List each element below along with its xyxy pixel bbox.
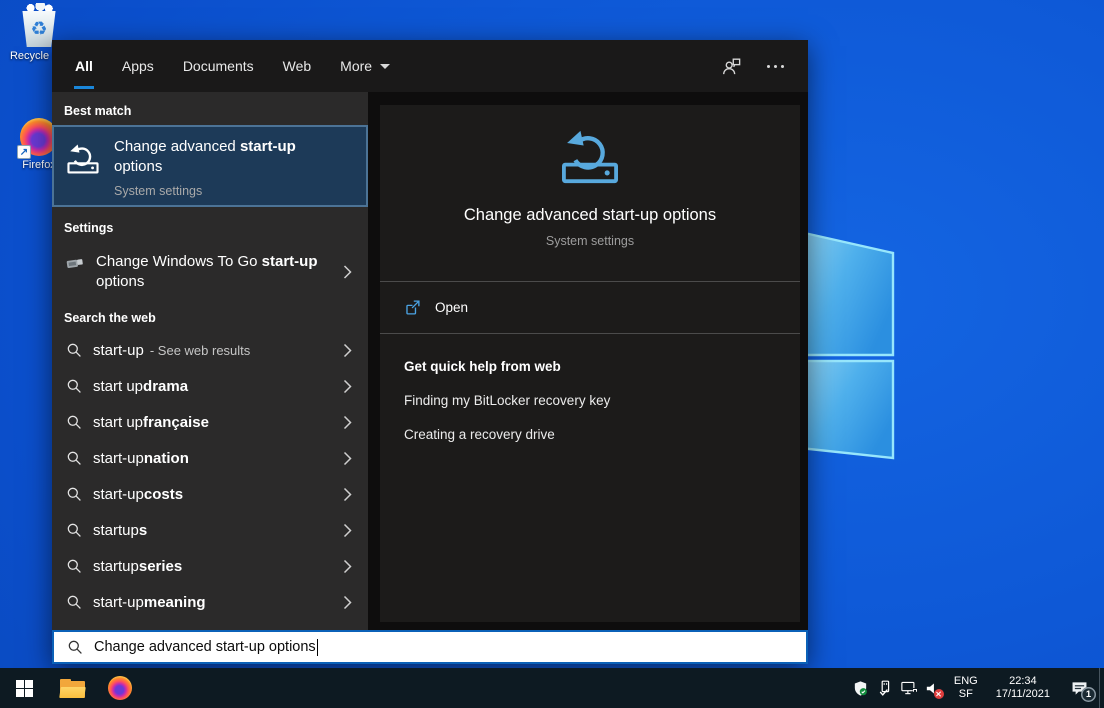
preview-title: Change advanced start-up options [380,206,800,225]
best-match-item[interactable]: Change advanced start-up options System … [52,125,368,207]
start-button[interactable] [0,668,48,708]
recovery-settings-icon [66,143,100,175]
web-result-item[interactable]: start up drama [52,368,368,404]
best-match-header: Best match [52,92,368,125]
usb-drive-icon [66,255,84,271]
person-chat-icon [721,56,741,76]
help-link-bitlocker[interactable]: Finding my BitLocker recovery key [404,393,776,408]
mute-badge-icon [934,689,944,699]
recycle-glyph: ♻ [30,20,47,39]
taskbar-file-explorer[interactable] [48,668,96,708]
chevron-right-icon [343,379,352,394]
search-icon [66,378,82,394]
tab-apps[interactable]: Apps [121,40,155,92]
chevron-right-icon [343,265,352,280]
clock-date: 17/11/2021 [996,688,1050,702]
tab-documents[interactable]: Documents [182,40,255,92]
search-icon [67,639,83,655]
search-icon [66,594,82,610]
usb-eject-icon [877,679,893,697]
network-tray-icon[interactable] [897,668,921,708]
more-dropdown-icon [380,64,390,69]
chevron-right-icon [343,559,352,574]
settings-item-title: Change Windows To Go start-up options [96,252,328,292]
ellipsis-icon [767,65,784,68]
shield-check-icon [852,680,869,697]
feedback-account-button[interactable] [721,56,741,76]
taskbar-firefox[interactable] [96,668,144,708]
chevron-right-icon [343,415,352,430]
settings-header: Settings [52,207,368,242]
tab-more[interactable]: More [339,40,391,92]
search-query-text: Change advanced start-up options [94,639,316,655]
active-tab-underline [74,86,94,89]
safely-remove-hardware-tray-icon[interactable] [873,668,897,708]
web-result-item[interactable]: start up française [52,404,368,440]
chevron-right-icon [343,343,352,358]
web-result-item[interactable]: start-up meaning [52,584,368,620]
search-flyout-window: All Apps Documents Web More [52,40,808,664]
action-center-button[interactable]: 1 [1059,668,1099,708]
search-icon [66,414,82,430]
search-input[interactable]: Change advanced start-up options [52,630,808,664]
chevron-right-icon [343,523,352,538]
search-icon [66,450,82,466]
file-explorer-icon [60,679,85,698]
show-desktop-button[interactable] [1099,668,1104,708]
language-indicator[interactable]: ENG SF [945,675,987,701]
recovery-settings-icon-large [559,129,621,185]
tab-web[interactable]: Web [282,40,313,92]
preview-region: Change advanced start-up options System … [368,92,808,630]
text-cursor [317,639,318,656]
help-link-recovery-drive[interactable]: Creating a recovery drive [404,427,776,442]
web-result-item[interactable]: startups [52,512,368,548]
web-result-item[interactable]: start-up nation [52,440,368,476]
open-external-icon [404,299,421,316]
search-icon [66,486,82,502]
chevron-right-icon [343,487,352,502]
clock[interactable]: 22:34 17/11/2021 [987,675,1059,702]
preview-subtitle: System settings [380,234,800,248]
shortcut-arrow-icon: ↗ [17,145,31,159]
volume-muted-tray-icon[interactable] [921,668,945,708]
security-shield-tray-icon[interactable] [849,668,873,708]
more-options-button[interactable] [767,65,784,68]
preview-panel: Change advanced start-up options System … [380,105,800,622]
search-icon [66,522,82,538]
chevron-right-icon [343,595,352,610]
notification-count-badge: 1 [1081,687,1096,702]
results-list: Best match Change advanced start-up opti… [52,92,368,630]
tab-all[interactable]: All [74,40,94,92]
quick-help-header: Get quick help from web [404,359,776,374]
web-result-item[interactable]: start-up costs [52,476,368,512]
taskbar: ENG SF 22:34 17/11/2021 1 [0,668,1104,708]
search-icon [66,558,82,574]
search-icon [66,342,82,358]
web-result-item[interactable]: startup series [52,548,368,584]
chevron-right-icon [343,451,352,466]
best-match-subtitle: System settings [114,184,332,198]
search-filter-tabs: All Apps Documents Web More [52,40,808,92]
firefox-icon [108,676,132,700]
ethernet-monitor-icon [900,680,918,696]
web-result-item[interactable]: start-up- See web results [52,332,368,368]
clock-time: 22:34 [996,675,1050,689]
windows-start-icon [16,680,33,697]
open-button[interactable]: Open [380,282,800,333]
search-the-web-header: Search the web [52,302,368,332]
best-match-title: Change advanced start-up options [114,137,332,177]
settings-result-item[interactable]: Change Windows To Go start-up options [52,242,368,302]
